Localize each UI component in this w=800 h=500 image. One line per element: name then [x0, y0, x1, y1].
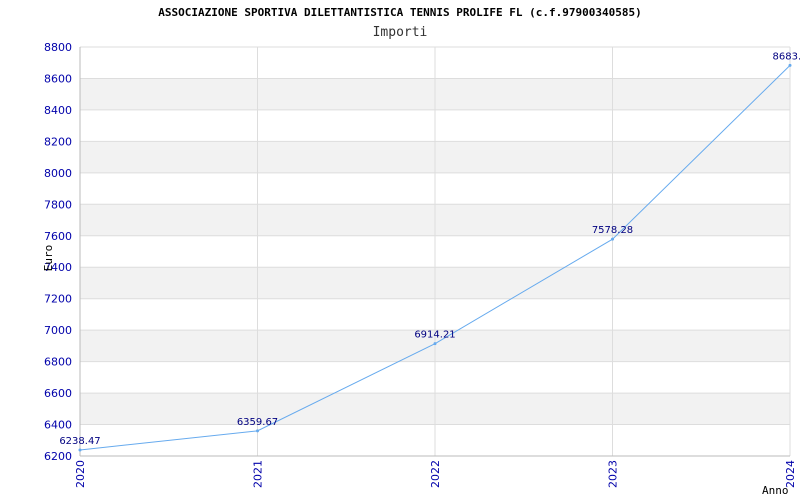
data-label: 6914.21	[414, 330, 455, 341]
y-tick-label: 8000	[44, 167, 72, 180]
x-tick-label: 2023	[607, 460, 620, 488]
y-tick-label: 6200	[44, 450, 72, 463]
y-tick-label: 8600	[44, 72, 72, 85]
y-tick-label: 7600	[44, 230, 72, 243]
x-axis-title: Anno	[762, 484, 789, 497]
y-tick-label: 8200	[44, 135, 72, 148]
y-tick-label: 7000	[44, 324, 72, 337]
y-tick-label: 6400	[44, 419, 72, 432]
x-tick-label: 2022	[429, 460, 442, 488]
data-label: 6238.47	[59, 436, 100, 447]
data-point	[788, 63, 792, 67]
y-tick-label: 6800	[44, 356, 72, 369]
data-point	[611, 237, 614, 241]
data-point	[433, 342, 437, 346]
data-point	[78, 448, 82, 452]
y-tick-label: 8800	[44, 41, 72, 54]
data-label: 6359.67	[237, 417, 278, 428]
y-tick-label: 6600	[44, 387, 72, 400]
data-point	[256, 429, 259, 433]
x-tick-label: 2020	[74, 460, 87, 488]
y-tick-label: 8400	[44, 104, 72, 117]
line-chart: 6200640066006800700072007400760078008000…	[42, 41, 800, 497]
data-label: 7578.28	[592, 225, 633, 236]
data-label: 8683.1	[773, 51, 800, 62]
y-tick-label: 7200	[44, 293, 72, 306]
y-axis-title: Euro	[42, 245, 55, 272]
y-tick-label: 7800	[44, 198, 72, 211]
x-tick-label: 2021	[252, 460, 265, 488]
